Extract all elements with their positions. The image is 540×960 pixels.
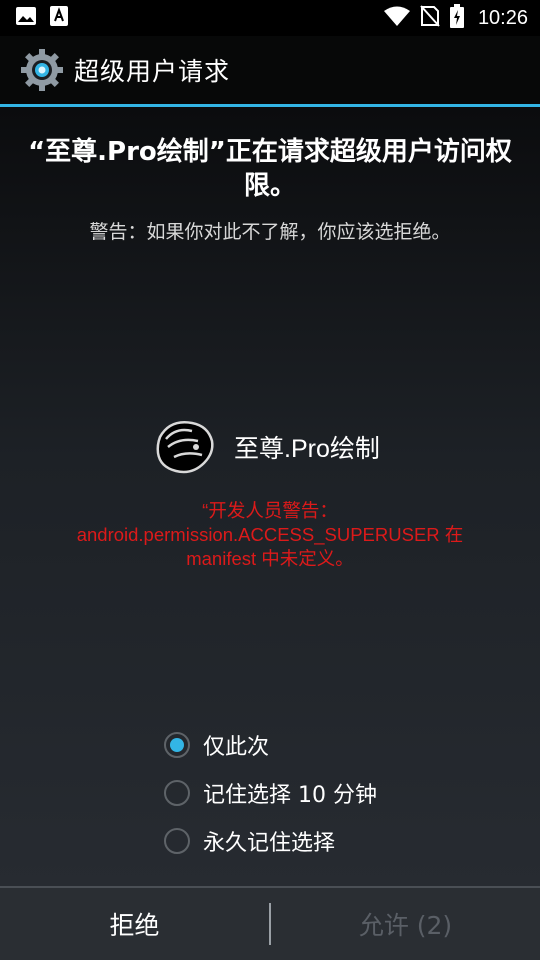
radio-button[interactable] <box>164 828 190 854</box>
option-10-minutes[interactable]: 记住选择 10 分钟 <box>164 769 377 817</box>
page-title: 超级用户请求 <box>74 57 231 86</box>
radio-button[interactable] <box>164 780 190 806</box>
wifi-icon <box>383 6 410 30</box>
request-headline: “至尊.Pro绘制”正在请求超级用户访问权限。 <box>28 137 512 201</box>
title-bar: 超级用户请求 <box>0 36 540 104</box>
option-once[interactable]: 仅此次 <box>164 721 377 769</box>
option-forever[interactable]: 永久记住选择 <box>164 817 377 865</box>
remember-options: 仅此次 记住选择 10 分钟 永久记住选择 <box>164 721 377 865</box>
developer-warning-line: manifest 中未定义。 <box>186 548 354 569</box>
developer-warning-line: android.permission.ACCESS_SUPERUSER 在 <box>76 524 464 545</box>
developer-warning: “开发人员警告： android.permission.ACCESS_SUPER… <box>30 499 510 571</box>
option-label: 记住选择 10 分钟 <box>203 783 377 808</box>
no-sim-icon <box>420 5 440 31</box>
deny-button[interactable]: 拒绝 <box>0 888 269 960</box>
app-logo-icon <box>152 417 216 477</box>
battery-charging-icon <box>449 4 464 32</box>
request-content: “至尊.Pro绘制”正在请求超级用户访问权限。 警告：如果你对此不了解，你应该选… <box>0 107 540 886</box>
requesting-app: 至尊.Pro绘制 <box>152 417 380 477</box>
request-warning: 警告：如果你对此不了解，你应该选拒绝。 <box>89 221 451 243</box>
allow-button[interactable]: 允许 (2) <box>271 888 540 960</box>
text-a-icon <box>50 6 68 30</box>
action-bar: 拒绝 允许 (2) <box>0 886 540 960</box>
option-label: 永久记住选择 <box>203 831 336 856</box>
image-icon <box>16 7 36 29</box>
clock: 10:26 <box>477 6 528 29</box>
app-name: 至尊.Pro绘制 <box>234 435 380 463</box>
gear-icon <box>20 48 64 92</box>
developer-warning-line: “开发人员警告： <box>202 500 338 521</box>
radio-button-checked[interactable] <box>164 732 190 758</box>
status-bar: 10:26 <box>0 0 540 36</box>
option-label: 仅此次 <box>203 735 270 760</box>
